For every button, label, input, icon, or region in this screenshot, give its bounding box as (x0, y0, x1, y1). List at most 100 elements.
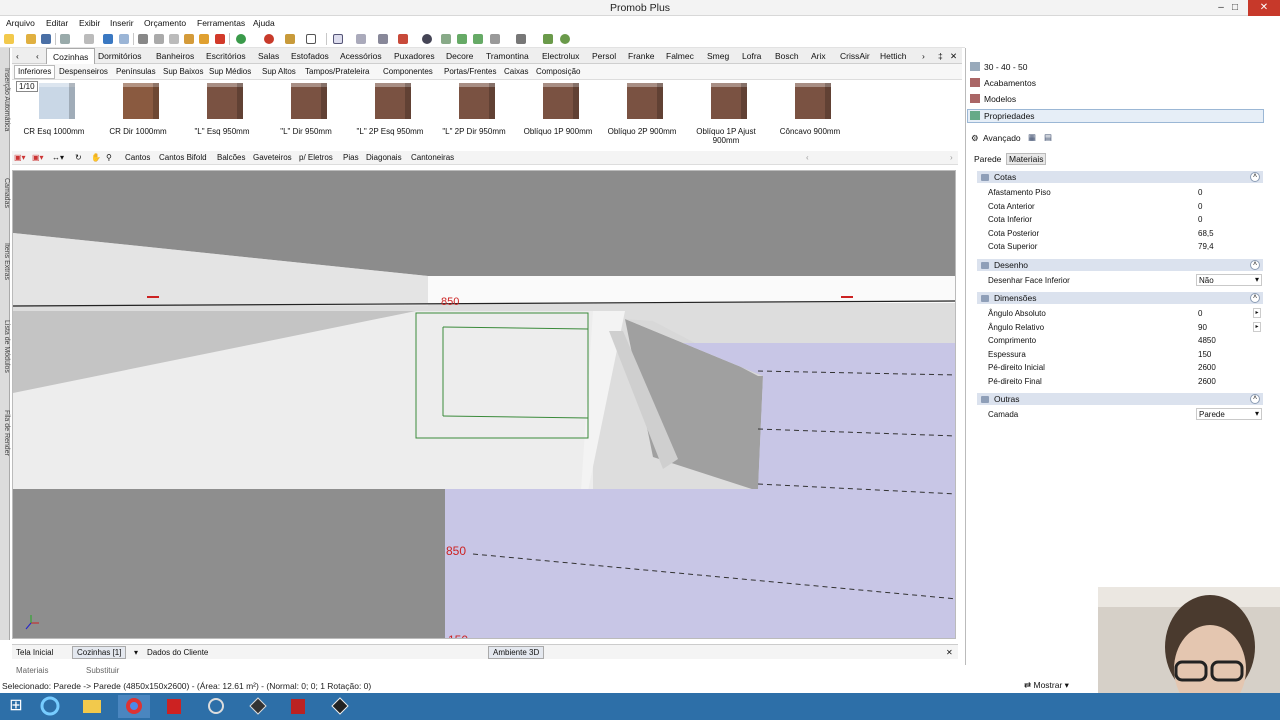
tab-escritorios[interactable]: Escritórios (206, 51, 246, 61)
chrome-icon[interactable] (118, 695, 150, 718)
select-icon[interactable] (333, 34, 343, 44)
tab-bosch[interactable]: Bosch (775, 51, 799, 61)
gallery-item[interactable]: "L" 2P Esq 950mm (348, 80, 432, 148)
side-tab-layers[interactable]: Camadas (0, 178, 10, 208)
property-value[interactable]: 150 (1198, 350, 1211, 359)
brush-icon[interactable] (184, 34, 194, 44)
snap-icon[interactable] (356, 34, 366, 44)
gallery-item[interactable]: "L" 2P Dir 950mm (432, 80, 516, 148)
collapse-icon[interactable]: ˄ (1250, 259, 1260, 270)
zoom-icon[interactable]: ↻ (75, 153, 82, 162)
property-value[interactable]: 0 (1198, 188, 1202, 197)
tab-decore[interactable]: Decore (446, 51, 473, 61)
align-icon[interactable] (490, 34, 500, 44)
print-icon[interactable] (60, 34, 70, 44)
gallery-item[interactable]: Oblíquo 2P 900mm (600, 80, 684, 148)
link-30-40-50[interactable]: 30 - 40 - 50 (984, 62, 1027, 72)
property-group-header[interactable]: Dimensões ˄ (977, 292, 1263, 304)
collapse-icon[interactable]: ˄ (1250, 172, 1260, 182)
angle-picker-icon[interactable]: ▸ (1253, 321, 1261, 332)
property-dropdown[interactable]: Não ▾ (1196, 273, 1262, 286)
ie-icon[interactable] (34, 695, 66, 718)
property-row[interactable]: Pé-direito Inicial 2600 (977, 361, 1263, 374)
property-row[interactable]: Espessura 150 (977, 348, 1263, 361)
subtab-caixas[interactable]: Caixas (504, 67, 528, 76)
property-row[interactable]: Desenhar Face Inferior Não ▾ (977, 273, 1263, 287)
tab-crissair[interactable]: CrissAir (840, 51, 870, 61)
tab-balcoes[interactable]: Balcões (217, 153, 245, 162)
pan-icon[interactable]: ✋ (91, 153, 101, 162)
tab-substituir[interactable]: Substituir (86, 666, 119, 675)
subtab-inferiores[interactable]: Inferiores (14, 65, 56, 79)
grid-icon[interactable] (378, 34, 388, 44)
rotate-right-icon[interactable] (473, 34, 483, 44)
tab-arix[interactable]: Arix (811, 51, 826, 61)
gallery-item[interactable]: Oblíquo 1P 900mm (516, 80, 600, 148)
property-row[interactable]: Camada Parede ▾ (977, 408, 1263, 421)
property-row[interactable]: Cota Superior 79,4 (977, 240, 1263, 253)
record-icon[interactable] (264, 34, 274, 44)
tab-acessorios[interactable]: Acessórios (340, 51, 382, 61)
property-row[interactable]: Pé-direito Final 2600 (977, 375, 1263, 388)
property-value[interactable]: 79,4 (1198, 242, 1214, 251)
tab-ambiente-3d[interactable]: Ambiente 3D (488, 646, 545, 659)
close-tab-icon[interactable]: ✕ (946, 648, 953, 657)
scroll-left-icon[interactable]: ‹ (806, 153, 809, 162)
tab-p-eletros[interactable]: p/ Eletros (299, 153, 333, 162)
tab-materiais-bottom[interactable]: Materiais (16, 666, 48, 675)
view-mode-icon[interactable]: ▣▾ (32, 153, 44, 162)
eye-icon[interactable] (422, 34, 432, 44)
save-icon[interactable] (41, 34, 51, 44)
tab-franke[interactable]: Franke (628, 51, 654, 61)
tab-puxadores[interactable]: Puxadores (394, 51, 435, 61)
tab-dormitorios[interactable]: Dormitórios (98, 51, 141, 61)
property-value[interactable]: 0 (1198, 202, 1202, 211)
property-value[interactable]: 4850 (1198, 336, 1216, 345)
tab-electrolux[interactable]: Electrolux (542, 51, 579, 61)
property-value[interactable]: 0 (1198, 309, 1202, 318)
property-row[interactable]: Cota Inferior 0 (977, 213, 1263, 226)
insert-icon[interactable]: ▣▾ (14, 153, 26, 162)
menu-orcamento[interactable]: Orçamento (144, 18, 186, 28)
tab-cantos-bifold[interactable]: Cantos Bifold (159, 153, 207, 162)
side-tab-auto-insert[interactable]: Inserção Automática (0, 68, 10, 131)
property-value[interactable]: 68,5 (1198, 229, 1214, 238)
property-value[interactable]: 2600 (1198, 377, 1216, 386)
gallery-item[interactable]: CR Esq 1000mm (12, 80, 96, 148)
gallery-item[interactable]: Oblíquo 1P Ajust 900mm (684, 80, 768, 148)
tab-smeg[interactable]: Smeg (707, 51, 729, 61)
new-icon[interactable] (4, 34, 14, 44)
list-view-icon[interactable]: ▤ (1044, 132, 1052, 143)
show-button[interactable]: ⇄ Mostrar ▾ (1024, 680, 1069, 691)
refresh-icon[interactable] (236, 34, 246, 44)
undo-icon[interactable] (103, 34, 113, 44)
angle-picker-icon[interactable]: ▸ (1253, 308, 1261, 318)
scroll-right-icon[interactable]: › (950, 153, 953, 162)
start-windows-icon[interactable]: ⊞ (0, 695, 32, 718)
format-icon[interactable] (199, 34, 209, 44)
tab-cozinhas[interactable]: Cozinhas (46, 48, 96, 64)
close-window-button[interactable]: ✕ (1248, 0, 1280, 16)
chevron-left-icon[interactable]: ‹ (16, 51, 19, 61)
tab-tela-inicial[interactable]: Tela Inicial (16, 648, 53, 657)
tab-estofados[interactable]: Estofados (291, 51, 329, 61)
property-row[interactable]: Cota Anterior 0 (977, 200, 1263, 213)
side-tab-render-queue[interactable]: Fila de Render (0, 410, 10, 456)
property-row[interactable]: Afastamento Piso 0 (977, 186, 1263, 199)
property-group-header[interactable]: Outras ˄ (977, 393, 1263, 405)
tab-lofra[interactable]: Lofra (742, 51, 761, 61)
property-row[interactable]: Comprimento 4850 (977, 334, 1263, 347)
property-row[interactable]: Ângulo Absoluto 0 ▸ (977, 307, 1263, 320)
folder-taskbar-icon[interactable] (76, 695, 108, 718)
cut-icon[interactable] (138, 34, 148, 44)
property-value[interactable]: 0 (1198, 215, 1202, 224)
collapse-icon[interactable]: ˄ (1250, 394, 1260, 404)
move-icon[interactable] (441, 34, 451, 44)
rotate-left-icon[interactable] (457, 34, 467, 44)
tab-salas[interactable]: Salas (258, 51, 279, 61)
tab-tramontina[interactable]: Tramontina (486, 51, 529, 61)
subtab-composicao[interactable]: Composição (536, 67, 580, 76)
gallery-item[interactable]: CR Dir 1000mm (96, 80, 180, 148)
subtab-componentes[interactable]: Componentes (383, 67, 433, 76)
chevron-right-icon[interactable]: › (922, 51, 925, 61)
